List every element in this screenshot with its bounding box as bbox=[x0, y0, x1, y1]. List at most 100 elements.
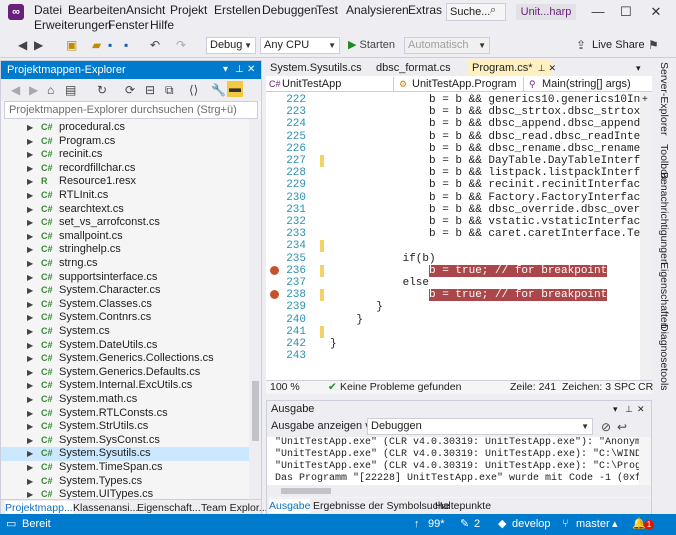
minimize-button[interactable]: — bbox=[586, 2, 610, 22]
tab-ausgabe[interactable]: Ausgabe bbox=[269, 499, 311, 513]
pin-icon[interactable]: ⊥ bbox=[625, 401, 633, 417]
zoom-level[interactable]: 100 % bbox=[270, 381, 300, 394]
chevron-right-icon[interactable]: ▶ bbox=[27, 311, 33, 325]
live-share-button[interactable]: Live Share bbox=[592, 38, 645, 52]
collapse-all-icon[interactable]: ⊟ bbox=[145, 83, 155, 97]
code-line[interactable]: 241 bbox=[266, 325, 640, 338]
chevron-right-icon[interactable]: ▶ bbox=[27, 148, 33, 162]
tree-item[interactable]: ▶ C# System.UITypes.cs bbox=[1, 488, 249, 499]
scrollbar-thumb[interactable] bbox=[252, 381, 259, 441]
tree-item[interactable]: ▶ C# System.StrUtils.cs bbox=[1, 420, 249, 434]
chevron-right-icon[interactable]: ▶ bbox=[27, 379, 33, 393]
undo-icon[interactable]: ↶ bbox=[150, 38, 160, 52]
feedback-icon[interactable]: ⚑ bbox=[648, 38, 659, 52]
tree-item[interactable]: ▶ C# strng.cs bbox=[1, 257, 249, 271]
tree-item[interactable]: ▶ C# System.Generics.Defaults.cs bbox=[1, 366, 249, 380]
chevron-right-icon[interactable]: ▶ bbox=[27, 271, 33, 285]
tree-item[interactable]: ▶ C# System.Classes.cs bbox=[1, 298, 249, 312]
chevron-right-icon[interactable]: ▶ bbox=[27, 434, 33, 448]
properties-icon[interactable]: 🔧 bbox=[211, 83, 226, 97]
refresh-icon[interactable]: ⟳ bbox=[125, 83, 135, 97]
tab-symbolsuche[interactable]: Ergebnisse der Symbolsuche bbox=[313, 499, 450, 513]
dropdown-icon[interactable]: ▾ bbox=[223, 61, 228, 79]
close-icon[interactable]: ✕ bbox=[549, 63, 557, 73]
member-nav-select[interactable]: ⚲ Main(string[] args) bbox=[526, 77, 650, 91]
chevron-right-icon[interactable]: ▶ bbox=[27, 352, 33, 366]
code-line[interactable]: 240} bbox=[266, 314, 640, 326]
redo-icon[interactable]: ↷ bbox=[176, 38, 186, 52]
project-nav-select[interactable]: C# UnitTestApp bbox=[266, 77, 394, 91]
menu-test[interactable]: Test bbox=[316, 3, 338, 17]
back-icon[interactable]: ◀ bbox=[18, 38, 27, 52]
solution-tree-scrollbar[interactable] bbox=[249, 119, 261, 499]
split-icon[interactable]: + bbox=[642, 94, 648, 105]
tab-haltepunkte[interactable]: Haltepunkte bbox=[435, 499, 491, 513]
tree-item[interactable]: ▶ C# smallpoint.cs bbox=[1, 230, 249, 244]
code-line[interactable]: 229 b = b && recinit.recinitInterface.Rec… bbox=[266, 179, 640, 191]
chevron-right-icon[interactable]: ▶ bbox=[27, 366, 33, 380]
tab-program-cs[interactable]: Program.cs* ⊥ ✕ bbox=[468, 60, 556, 76]
chevron-right-icon[interactable]: ▶ bbox=[27, 393, 33, 407]
code-line[interactable]: 235 if(b) bbox=[266, 253, 640, 265]
tab-klassenansicht[interactable]: Klassenansi... bbox=[73, 501, 138, 515]
tree-item[interactable]: ▶ C# System.Sysutils.cs bbox=[1, 447, 249, 461]
tree-item[interactable]: ▶ C# recordfillchar.cs bbox=[1, 162, 249, 176]
code-line[interactable]: 231 b = b && dbsc_override.dbsc_overrideI… bbox=[266, 204, 640, 216]
tab-eigenschaften-rail[interactable]: Eigenschaften bbox=[658, 262, 670, 329]
chevron-right-icon[interactable]: ▶ bbox=[27, 230, 33, 244]
tab-list-dropdown-icon[interactable]: ▾ bbox=[632, 60, 645, 76]
chevron-right-icon[interactable]: ▶ bbox=[27, 475, 33, 489]
menu-bearbeiten[interactable]: Bearbeiten bbox=[68, 3, 126, 17]
menu-hilfe[interactable]: Hilfe bbox=[150, 18, 174, 32]
tree-item[interactable]: ▶ C# searchtext.cs bbox=[1, 203, 249, 217]
chevron-right-icon[interactable]: ▶ bbox=[27, 420, 33, 434]
dropdown-icon[interactable]: ▾ bbox=[613, 401, 618, 417]
chevron-right-icon[interactable]: ▶ bbox=[27, 407, 33, 421]
output-text[interactable]: "UnitTestApp.exe" (CLR v4.0.30319: UnitT… bbox=[267, 437, 639, 485]
menu-erweiterungen[interactable]: Erweiterungen bbox=[34, 18, 111, 32]
code-line[interactable]: 237 else bbox=[266, 277, 640, 289]
close-button[interactable]: ✕ bbox=[644, 2, 668, 22]
tab-system-sysutils[interactable]: System.Sysutils.cs bbox=[266, 60, 366, 76]
toggle-word-wrap-icon[interactable]: ↩ bbox=[617, 420, 627, 434]
chevron-right-icon[interactable]: ▶ bbox=[27, 257, 33, 271]
code-line[interactable]: 233 b = b && caret.caretInterface.TestCar… bbox=[266, 228, 640, 240]
tree-item[interactable]: ▶ C# System.Internal.ExcUtils.cs bbox=[1, 379, 249, 393]
code-line[interactable]: 226 b = b && dbsc_rename.dbsc_renameInter… bbox=[266, 143, 640, 155]
new-project-icon[interactable]: ▣ bbox=[66, 38, 77, 52]
tree-item[interactable]: ▶ C# System.math.cs bbox=[1, 393, 249, 407]
code-line[interactable]: 236 b = true; // for breakpoint bbox=[266, 264, 640, 277]
menu-ansicht[interactable]: Ansicht bbox=[126, 3, 165, 17]
open-folder-icon[interactable]: ▰ bbox=[92, 38, 101, 52]
chevron-right-icon[interactable]: ▶ bbox=[27, 216, 33, 230]
config-select[interactable]: Debug ▼ bbox=[206, 37, 256, 54]
chevron-right-icon[interactable]: ▶ bbox=[27, 325, 33, 339]
breakpoint-icon[interactable] bbox=[270, 265, 279, 275]
code-line[interactable]: 238 b = true; // for breakpoint bbox=[266, 289, 640, 302]
code-line[interactable]: 242} bbox=[266, 338, 640, 350]
tree-item[interactable]: ▶ C# set_vs_arrofconst.cs bbox=[1, 216, 249, 230]
chevron-right-icon[interactable]: ▶ bbox=[27, 203, 33, 217]
code-line[interactable]: 232 b = b && vstatic.vstaticInterface.Tes… bbox=[266, 216, 640, 228]
tree-item[interactable]: ▶ C# Program.cs bbox=[1, 135, 249, 149]
code-vertical-scrollbar[interactable]: + bbox=[640, 92, 652, 380]
tree-item[interactable]: ▶ C# System.SysConst.cs bbox=[1, 434, 249, 448]
tree-item[interactable]: ▶ C# RTLInit.cs bbox=[1, 189, 249, 203]
menu-fenster[interactable]: Fenster bbox=[108, 18, 149, 32]
chevron-right-icon[interactable]: ▶ bbox=[27, 162, 33, 176]
maximize-button[interactable]: ☐ bbox=[614, 2, 638, 22]
tab-server-explorer[interactable]: Server-Explorer bbox=[658, 62, 670, 136]
live-share-icon[interactable]: ⇪ bbox=[576, 38, 586, 52]
class-nav-select[interactable]: ⚙ UnitTestApp.Program bbox=[396, 77, 524, 91]
tab-dbsc-format[interactable]: dbsc_format.cs bbox=[372, 60, 455, 76]
tree-item[interactable]: ▶ C# stringhelp.cs bbox=[1, 243, 249, 257]
tree-item[interactable]: ▶ R Resource1.resx bbox=[1, 175, 249, 189]
tab-projektmappen-explorer[interactable]: Projektmapp... bbox=[5, 501, 73, 515]
platform-select[interactable]: Any CPU ▼ bbox=[260, 37, 340, 54]
output-horizontal-scrollbar[interactable] bbox=[267, 485, 651, 497]
code-line[interactable]: 243 bbox=[266, 350, 640, 362]
tab-eigenschaften[interactable]: Eigenschaft... bbox=[137, 501, 201, 515]
tree-item[interactable]: ▶ C# System.DateUtils.cs bbox=[1, 339, 249, 353]
code-line[interactable]: 230 b = b && Factory.FactoryInterface.tes… bbox=[266, 192, 640, 204]
chevron-right-icon[interactable]: ▶ bbox=[27, 488, 33, 499]
